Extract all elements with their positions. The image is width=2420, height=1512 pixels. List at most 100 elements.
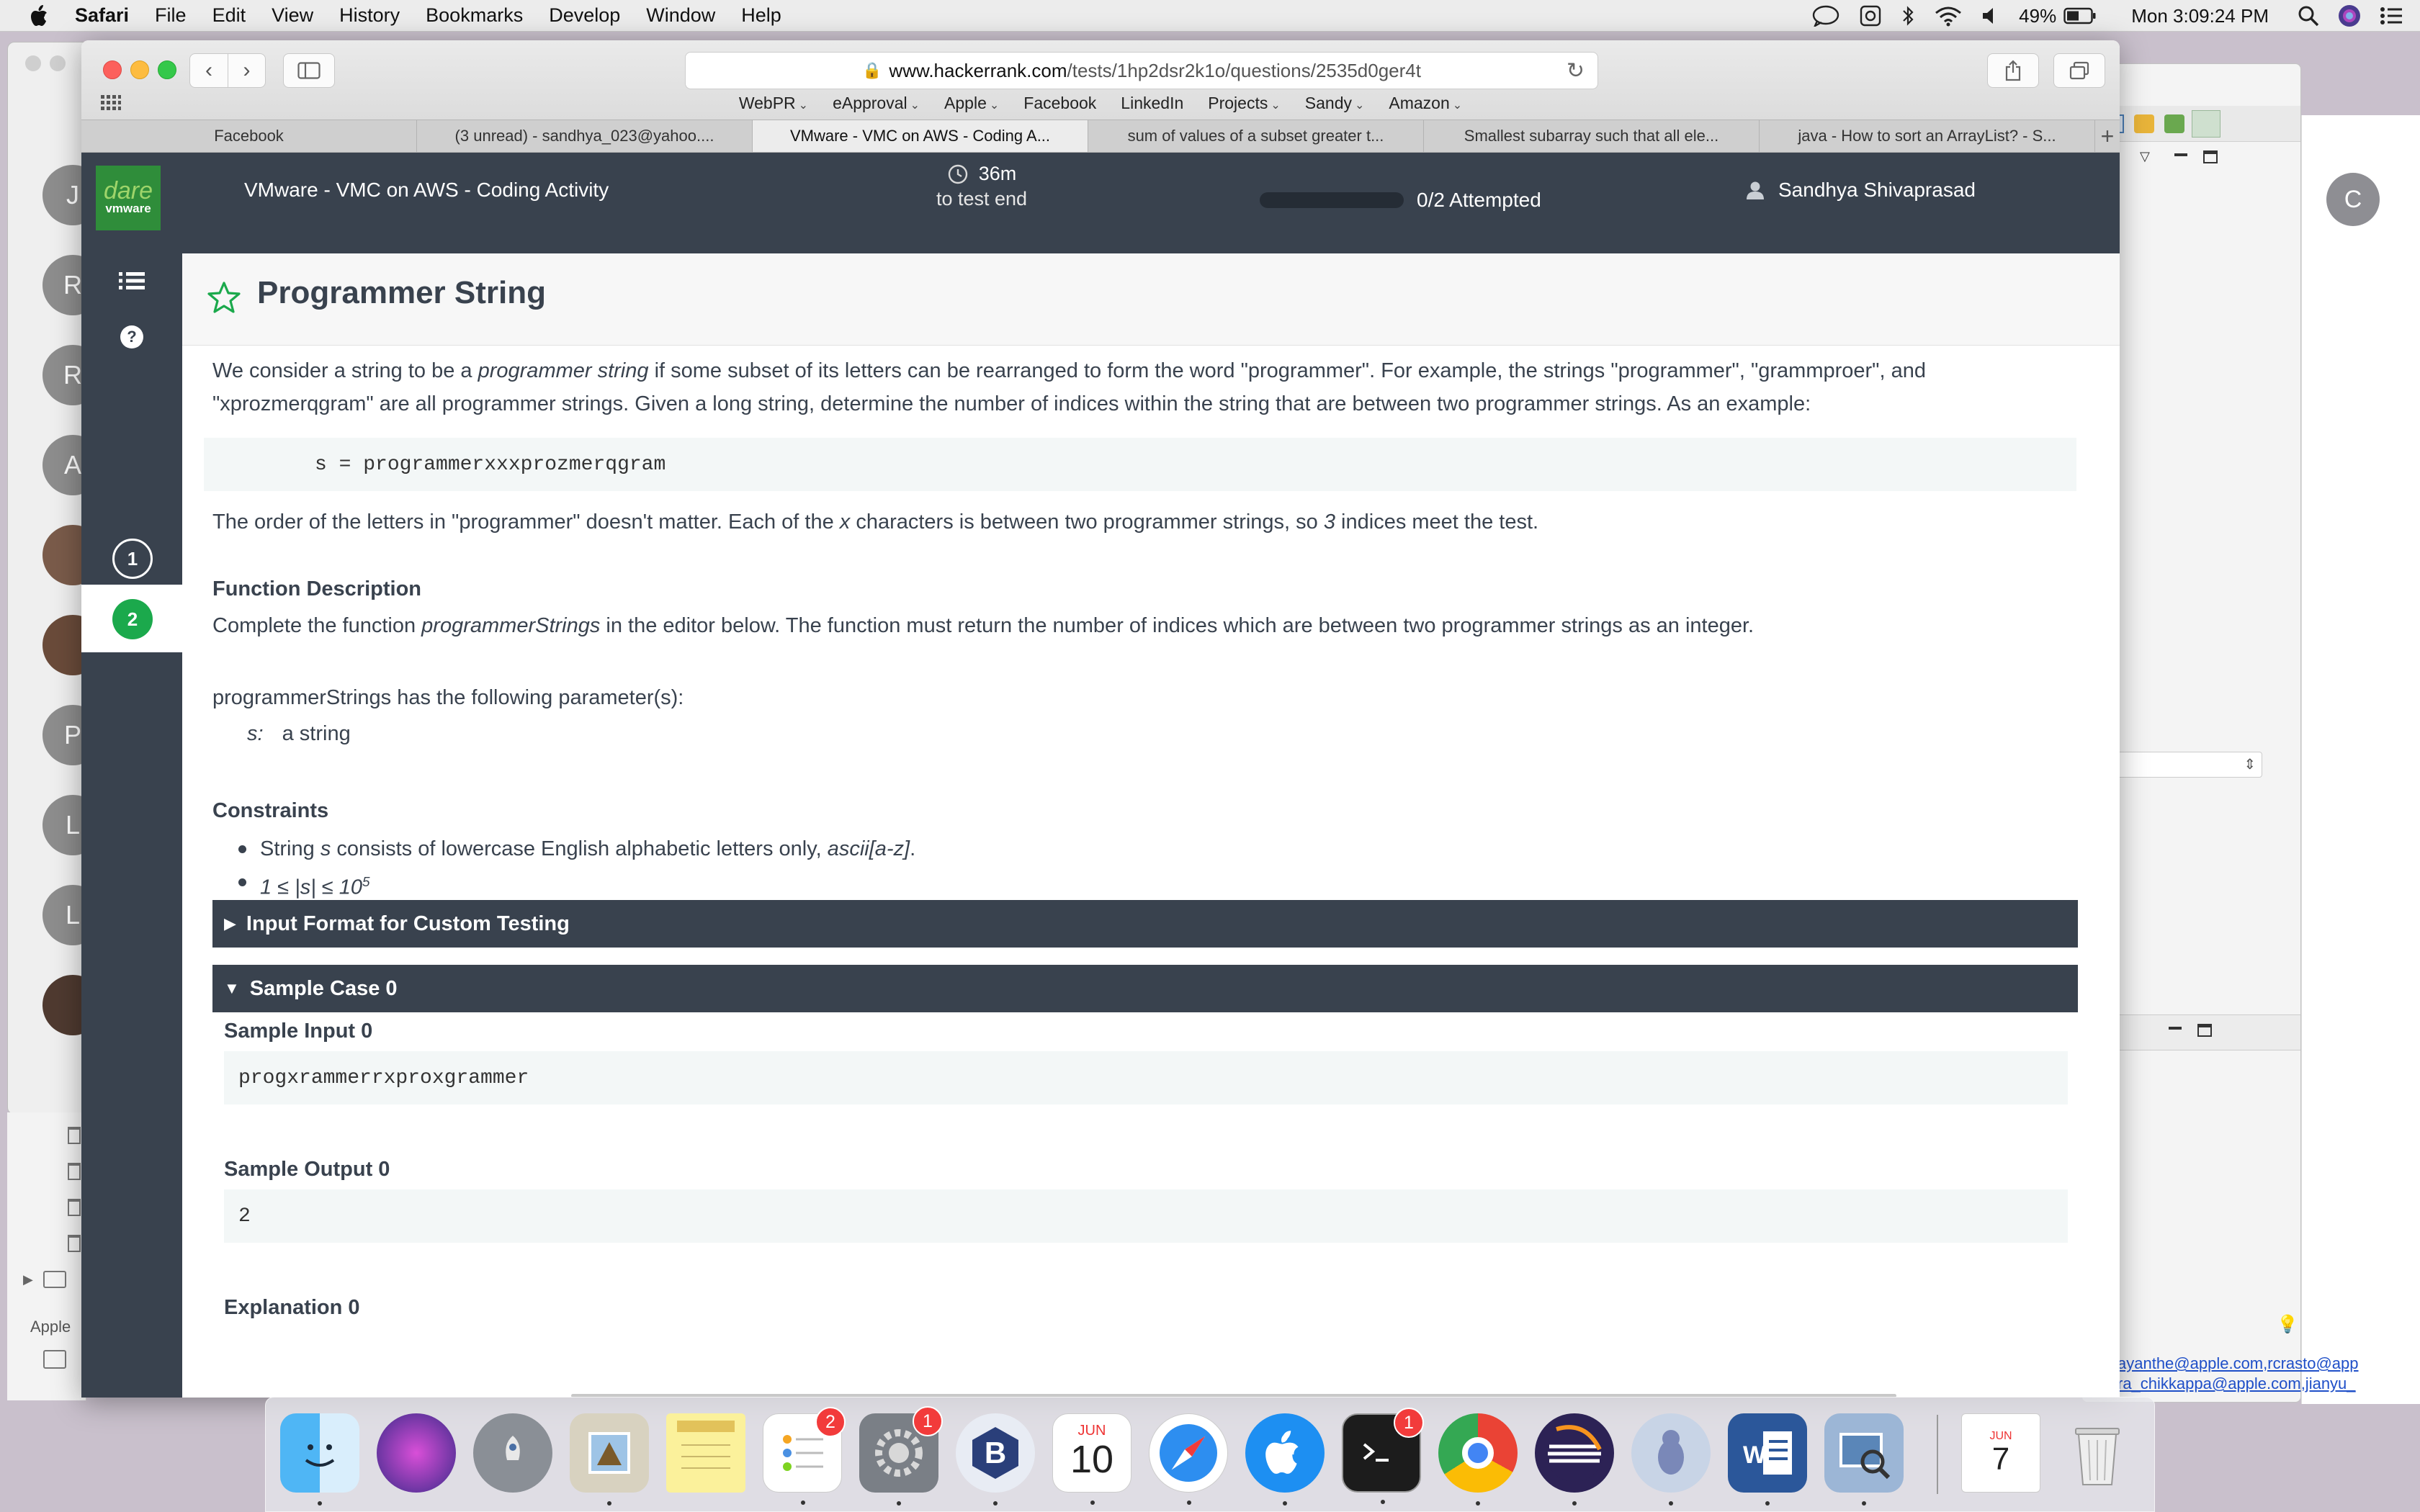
siri-icon[interactable] [377,1413,456,1493]
menu-edit[interactable]: Edit [212,4,246,27]
chrome-icon[interactable] [1438,1413,1518,1506]
spotlight-search-icon[interactable] [2298,5,2319,27]
tab-subset-sum[interactable]: sum of values of a subset greater t... [1088,120,1424,152]
terminal-icon[interactable]: 1 [1342,1408,1424,1504]
word-icon[interactable]: W [1728,1413,1807,1506]
company-logo[interactable]: dare vmware [96,166,161,230]
folder-icon[interactable] [43,1350,66,1369]
disclosure-triangle-icon[interactable]: ▶ [23,1272,33,1287]
email-line[interactable]: ayanthe@apple.com,rcrasto@app [2118,1354,2420,1374]
app-store-icon[interactable] [1245,1413,1325,1506]
menu-develop[interactable]: Develop [549,4,620,27]
forward-button[interactable]: › [227,54,265,87]
safari-compass-icon[interactable] [1149,1413,1228,1505]
reminders-icon[interactable]: 2 [763,1407,846,1505]
menu-help[interactable]: Help [741,4,781,27]
battery-percent[interactable]: 49% [2019,5,2097,27]
mail-stamp-icon[interactable] [570,1413,649,1506]
notification-center-icon[interactable] [2380,6,2403,25]
tab-java-arraylist[interactable]: java - How to sort an ArrayList? - S... [1760,120,2095,152]
trash-icon[interactable] [68,1127,81,1144]
minimize-view-icon[interactable] [2174,153,2187,156]
question-1-button[interactable]: 1 [112,539,153,579]
menu-window[interactable]: Window [646,4,715,27]
wifi-icon[interactable] [1934,5,1963,27]
question-list-icon[interactable] [116,265,148,297]
window-zoom-button[interactable] [158,60,176,79]
perspective-icon[interactable] [2164,114,2184,133]
calendar-document-icon[interactable]: JUN 7 [1961,1413,2040,1493]
maximize-view-icon[interactable] [2197,1024,2212,1037]
new-tab-button[interactable]: + [2095,120,2120,152]
tab-hackerrank-active[interactable]: VMware - VMC on AWS - Coding A... [753,120,1088,152]
address-bar[interactable]: 🔒 www.hackerrank.com /tests/1hp2dsr2k1o/… [685,52,1598,89]
ant-app-icon[interactable] [1631,1413,1711,1506]
finder-icon[interactable] [280,1413,359,1506]
email-recipients[interactable]: ayanthe@apple.com,rcrasto@app ra_chikkap… [2118,1354,2420,1394]
system-preferences-gear-icon[interactable]: 1 [859,1406,943,1506]
sidebar-toggle-button[interactable] [283,53,335,88]
lightbulb-icon[interactable]: 💡 [2277,1314,2298,1335]
siri-icon[interactable] [2338,4,2361,27]
bluetooth-icon[interactable] [1901,5,1915,27]
question-2-button[interactable]: 2 [112,599,153,639]
input-format-accordion[interactable]: ▶ Input Format for Custom Testing [212,900,2078,948]
menubar-clock[interactable]: Mon 3:09:24 PM [2131,5,2269,27]
volume-icon[interactable] [1981,6,2000,26]
notes-icon[interactable] [666,1413,745,1493]
sample-case-accordion[interactable]: ▼ Sample Case 0 [212,965,2078,1012]
favorite-sandy[interactable]: Sandy ⌄ [1305,94,1365,113]
share-button[interactable] [1987,53,2039,88]
bg-window-close-button[interactable] [25,55,41,71]
question-2-tab-active[interactable]: 2 [81,585,182,652]
reload-icon[interactable]: ↻ [1567,58,1585,84]
maximize-view-icon[interactable] [2203,150,2218,163]
tab-yahoo-mail[interactable]: (3 unread) - sandhya_023@yahoo.... [417,120,753,152]
favorite-linkedin[interactable]: LinkedIn [1121,94,1183,113]
trash-icon[interactable] [2058,1413,2137,1493]
view-menu-icon[interactable]: ▽ [2140,149,2150,164]
trash-icon[interactable] [68,1199,81,1216]
tab-smallest-subarray[interactable]: Smallest subarray such that all ele... [1424,120,1760,152]
menu-app-name[interactable]: Safari [75,4,129,27]
favorite-eapproval[interactable]: eApproval ⌄ [833,94,920,113]
order-note: The order of the letters in "programmer"… [212,505,2085,539]
favorite-projects[interactable]: Projects ⌄ [1208,94,1281,113]
avatar[interactable]: C [2326,173,2380,226]
menu-history[interactable]: History [339,4,400,27]
debug-perspective-icon[interactable] [2192,110,2220,138]
window-minimize-button[interactable] [130,60,149,79]
messages-status-icon[interactable] [1811,5,1840,27]
test-timer: 36m to test end [888,163,1075,210]
user-menu[interactable]: Sandhya Shivaprasad [1745,179,1976,202]
favorite-amazon[interactable]: Amazon ⌄ [1389,94,1462,113]
tab-facebook[interactable]: Facebook [81,120,417,152]
launchpad-rocket-icon[interactable] [473,1413,552,1493]
bbedit-icon[interactable]: B [956,1413,1035,1506]
bookmark-star-icon[interactable] [207,281,241,314]
minimize-view-icon[interactable] [2169,1027,2182,1030]
trash-icon[interactable] [68,1235,81,1252]
preview-icon[interactable] [1824,1413,1904,1506]
bg-window-minimize-button[interactable] [50,55,66,71]
show-all-tabs-button[interactable] [2053,53,2105,88]
window-close-button[interactable] [103,60,122,79]
top-sites-grid-icon[interactable] [100,94,122,112]
trash-icon[interactable] [68,1163,81,1180]
eclipse-icon[interactable] [1535,1413,1614,1506]
archive-icon[interactable] [43,1271,66,1288]
calendar-day: 10 [1070,1437,1114,1481]
vpn-status-icon[interactable] [1859,4,1882,27]
back-button[interactable]: ‹ [190,54,228,87]
menu-file[interactable]: File [155,4,187,27]
help-icon[interactable]: ? [116,321,148,353]
favorite-apple[interactable]: Apple ⌄ [944,94,999,113]
menu-view[interactable]: View [272,4,313,27]
menu-bookmarks[interactable]: Bookmarks [426,4,523,27]
favorite-facebook[interactable]: Facebook [1023,94,1096,113]
apple-menu-icon[interactable] [26,1,55,30]
email-line[interactable]: ra_chikkappa@apple.com,jianyu_ [2118,1374,2420,1394]
perspective-icon[interactable] [2134,114,2154,133]
favorite-webpr[interactable]: WebPR ⌄ [739,94,808,113]
calendar-icon[interactable]: JUN 10 [1052,1413,1131,1505]
